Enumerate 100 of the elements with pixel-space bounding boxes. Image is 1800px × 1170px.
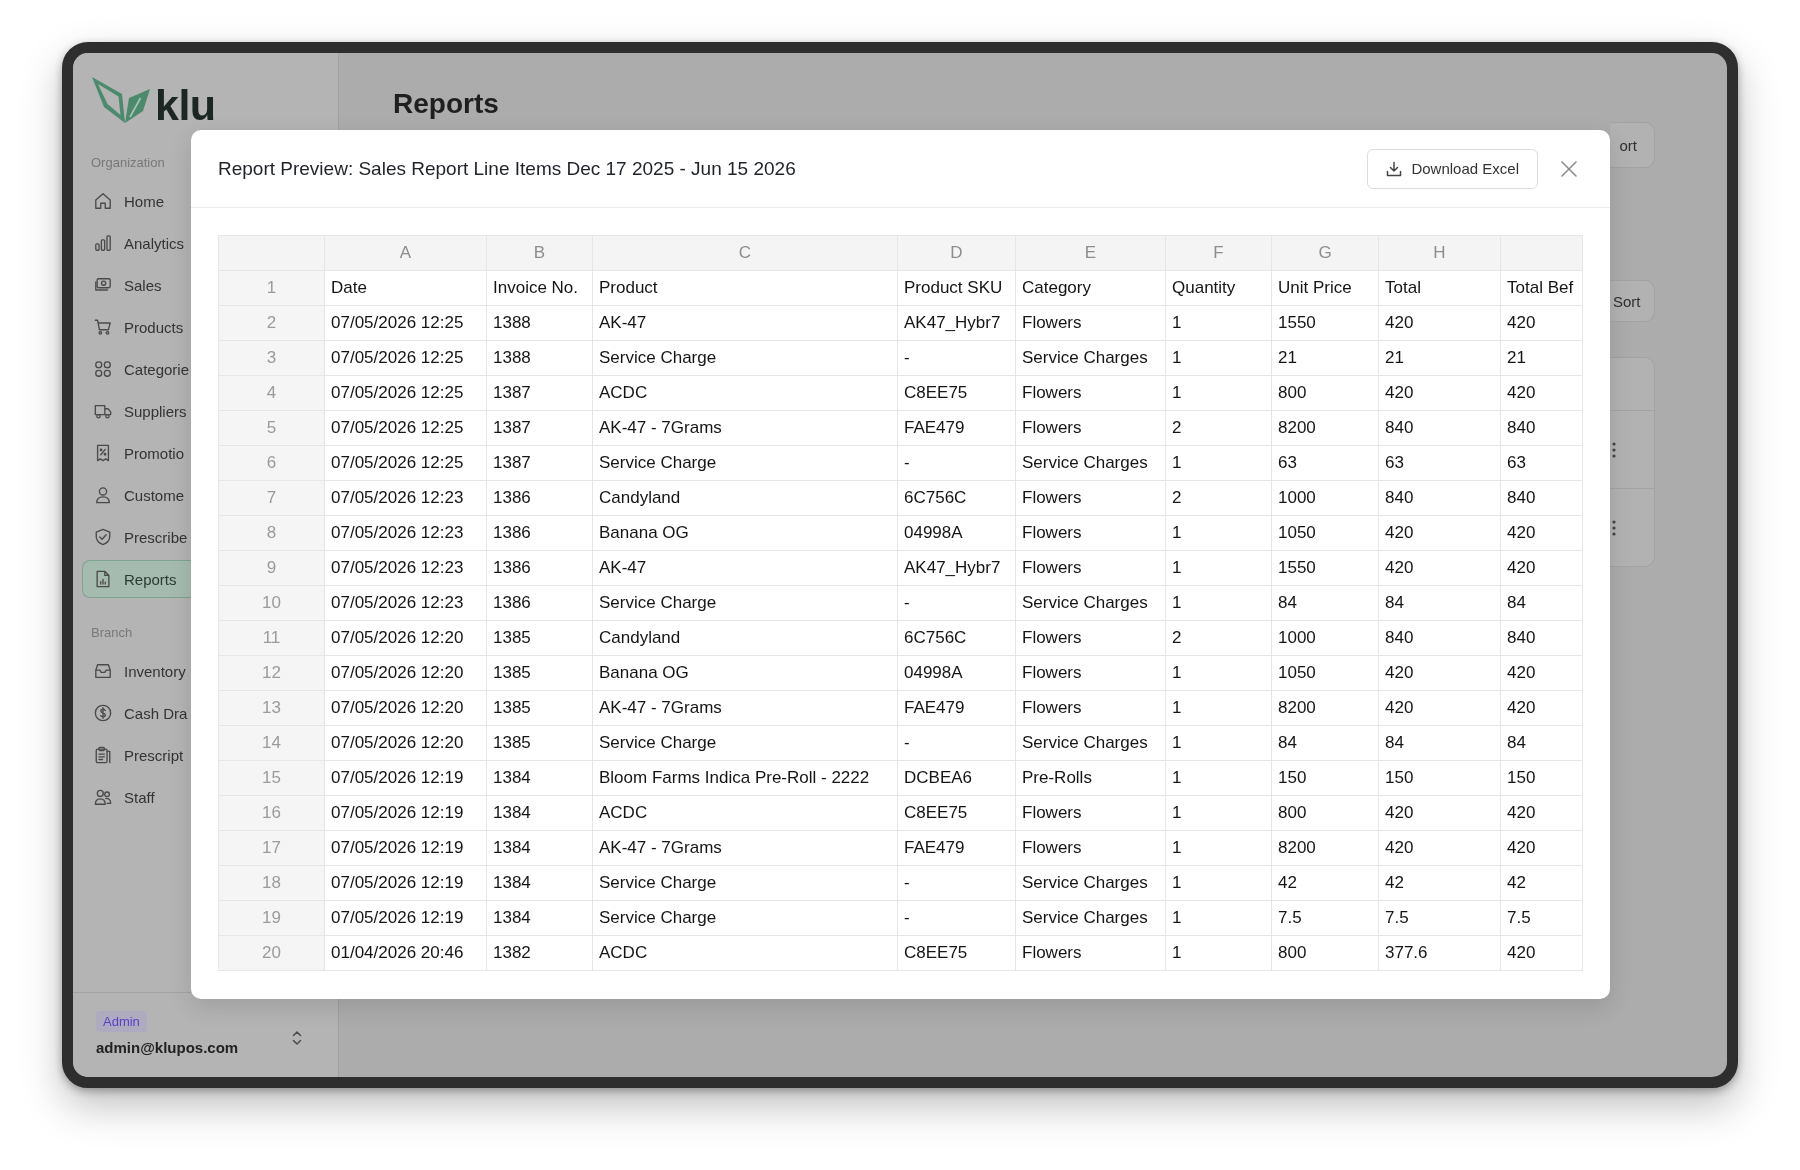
- table-cell: 1550: [1271, 550, 1379, 586]
- table-cell: 07/05/2026 12:19: [324, 795, 487, 831]
- sidebar-item[interactable]: Promotio: [82, 434, 191, 472]
- table-cell: 1: [1165, 865, 1272, 901]
- close-icon[interactable]: [1561, 160, 1577, 177]
- sort-button[interactable]: Sort: [1610, 280, 1655, 322]
- table-cell: AK47_Hybr7: [897, 550, 1016, 586]
- more-options-icon[interactable]: [1612, 519, 1616, 536]
- sidebar-item[interactable]: Custome: [82, 476, 191, 514]
- sidebar-item[interactable]: Categorie: [82, 350, 191, 388]
- table-cell: 07/05/2026 12:23: [324, 550, 487, 586]
- sidebar-item[interactable]: Suppliers: [82, 392, 191, 430]
- sidebar-item[interactable]: Inventory: [82, 652, 191, 690]
- table-cell: Flowers: [1015, 375, 1166, 411]
- table-cell: AK47_Hybr7: [897, 305, 1016, 341]
- column-header: F: [1165, 235, 1272, 271]
- table-cell: 800: [1271, 935, 1379, 971]
- people-icon: [94, 788, 112, 806]
- table-cell: 420: [1378, 550, 1501, 586]
- table-cell: 63: [1378, 445, 1501, 481]
- table-cell: 1: [1165, 935, 1272, 971]
- table-cell: C8EE75: [897, 935, 1016, 971]
- table-cell: 1: [1165, 690, 1272, 726]
- table-cell: 1385: [486, 725, 593, 761]
- table-cell: Bloom Farms Indica Pre-Roll - 2222: [592, 760, 898, 796]
- grid-icon: [94, 360, 112, 378]
- table-cell: 1387: [486, 410, 593, 446]
- table-cell: 150: [1378, 760, 1501, 796]
- table-cell: 8200: [1271, 410, 1379, 446]
- table-cell: 840: [1500, 480, 1583, 516]
- table-cell: 1550: [1271, 305, 1379, 341]
- table-cell: Service Charge: [592, 725, 898, 761]
- table-cell: 420: [1500, 655, 1583, 691]
- table-cell: 07/05/2026 12:23: [324, 515, 487, 551]
- table-cell: DCBEA6: [897, 760, 1016, 796]
- download-excel-button[interactable]: Download Excel: [1367, 148, 1538, 189]
- table-cell: 420: [1500, 795, 1583, 831]
- sidebar-item[interactable]: Home: [82, 182, 191, 220]
- sidebar-item[interactable]: Products: [82, 308, 191, 346]
- sidebar-item[interactable]: Analytics: [82, 224, 191, 262]
- table-cell: AK-47 - 7Grams: [592, 690, 898, 726]
- table-cell: Service Charge: [592, 585, 898, 621]
- table-cell: ACDC: [592, 935, 898, 971]
- table-cell: 1: [1165, 585, 1272, 621]
- table-cell: ACDC: [592, 795, 898, 831]
- table-cell: 420: [1500, 690, 1583, 726]
- sidebar-item[interactable]: Reports: [82, 560, 191, 598]
- page-title: Reports: [393, 88, 499, 120]
- table-cell: 07/05/2026 12:25: [324, 410, 487, 446]
- table-cell: Service Charges: [1015, 900, 1166, 936]
- table-cell: 1050: [1271, 655, 1379, 691]
- table-cell: Flowers: [1015, 515, 1166, 551]
- row-number: 2: [218, 305, 325, 341]
- table-cell: Candyland: [592, 480, 898, 516]
- table-cell: 1388: [486, 340, 593, 376]
- table-cell: 1000: [1271, 620, 1379, 656]
- sidebar-item[interactable]: Prescribe: [82, 518, 191, 556]
- table-cell: 2: [1165, 480, 1272, 516]
- row-number: 3: [218, 340, 325, 376]
- row-number: 13: [218, 690, 325, 726]
- sidebar-item[interactable]: Prescript: [82, 736, 191, 774]
- table-cell: 7.5: [1378, 900, 1501, 936]
- row-number: 17: [218, 830, 325, 866]
- table-cell: 1384: [486, 830, 593, 866]
- clipboard-icon: [94, 746, 112, 764]
- table-cell: 1: [1165, 795, 1272, 831]
- table-cell: Flowers: [1015, 620, 1166, 656]
- row-number: 12: [218, 655, 325, 691]
- table-cell: Category: [1015, 270, 1166, 306]
- more-options-icon[interactable]: [1612, 441, 1616, 458]
- table-cell: 1: [1165, 900, 1272, 936]
- table-cell: Flowers: [1015, 830, 1166, 866]
- table-cell: -: [897, 725, 1016, 761]
- table-cell: Product: [592, 270, 898, 306]
- table-cell: Flowers: [1015, 480, 1166, 516]
- table-cell: -: [897, 900, 1016, 936]
- table-cell: Service Charge: [592, 340, 898, 376]
- table-cell: 420: [1378, 515, 1501, 551]
- table-cell: 7.5: [1500, 900, 1583, 936]
- table-cell: Service Charges: [1015, 585, 1166, 621]
- sidebar-item[interactable]: Cash Dra: [82, 694, 191, 732]
- table-cell: 1: [1165, 760, 1272, 796]
- section-label: Organization: [90, 155, 165, 171]
- sidebar-item[interactable]: Sales: [82, 266, 191, 304]
- table-cell: 800: [1271, 795, 1379, 831]
- sidebar-item[interactable]: Staff: [82, 778, 191, 816]
- table-cell: 21: [1500, 340, 1583, 376]
- table-cell: Flowers: [1015, 795, 1166, 831]
- cart-icon: [94, 318, 112, 336]
- table-cell: Flowers: [1015, 935, 1166, 971]
- table-cell: 6C756C: [897, 620, 1016, 656]
- table-cell: Service Charges: [1015, 725, 1166, 761]
- table-cell: -: [897, 585, 1016, 621]
- page-action-button[interactable]: ort: [1610, 122, 1655, 168]
- table-cell: 1387: [486, 445, 593, 481]
- chevron-up-down-icon[interactable]: [292, 1030, 302, 1046]
- table-cell: 420: [1378, 690, 1501, 726]
- table-cell: AK-47: [592, 305, 898, 341]
- table-cell: 1384: [486, 795, 593, 831]
- table-cell: AK-47 - 7Grams: [592, 830, 898, 866]
